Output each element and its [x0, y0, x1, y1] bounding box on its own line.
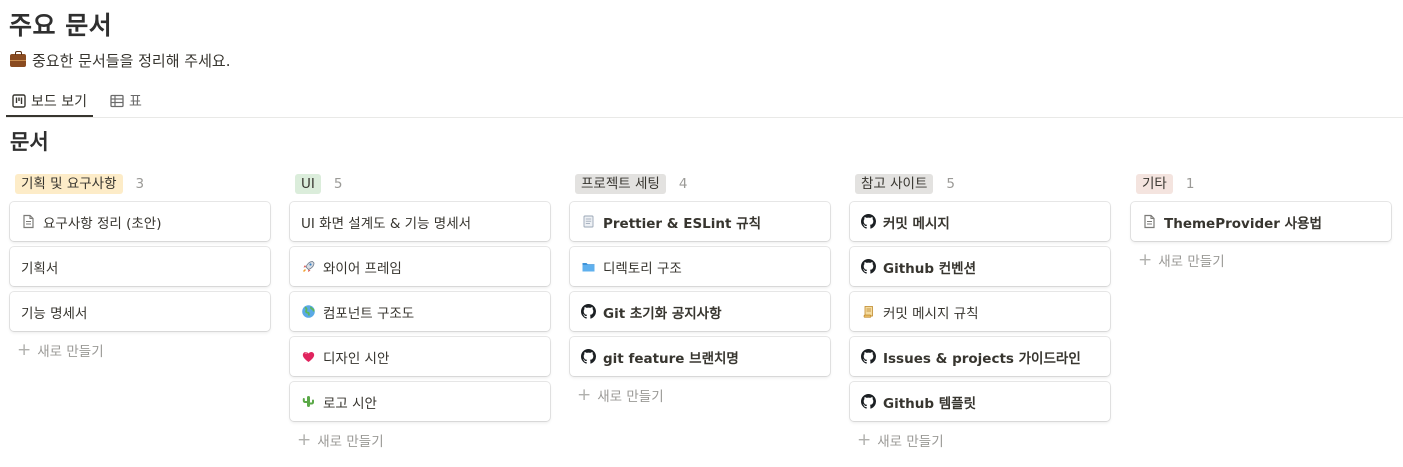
column-header[interactable]: 기획 및 요구사항 3 [15, 172, 272, 196]
cactus-icon [301, 394, 316, 409]
board-card[interactable]: 와이어 프레임 [290, 247, 550, 286]
view-tabs: 보드 보기 표 [6, 86, 1403, 118]
rocket-icon [301, 259, 316, 274]
card-title: 커밋 메시지 규칙 [883, 305, 979, 322]
board-card[interactable]: Prettier & ESLint 규칙 [570, 202, 830, 241]
board-card[interactable]: Github 템플릿 [850, 382, 1110, 421]
tab-table-view[interactable]: 표 [104, 86, 148, 116]
board-card[interactable]: 로고 시안 [290, 382, 550, 421]
board-card[interactable]: 디자인 시안 [290, 337, 550, 376]
card-title: Prettier & ESLint 규칙 [603, 215, 762, 232]
board-card[interactable]: 기획서 [10, 247, 270, 286]
column-header[interactable]: 참고 사이트 5 [855, 172, 1112, 196]
column-count: 5 [333, 176, 343, 192]
board-icon [12, 93, 26, 108]
board-card[interactable]: 기능 명세서 [10, 292, 270, 331]
card-title: Issues & projects 가이드라인 [883, 350, 1081, 367]
column-tag: 프로젝트 세팅 [575, 174, 666, 194]
new-card-button[interactable]: + 새로 만들기 [10, 335, 272, 365]
section-title: 문서 [10, 130, 49, 154]
column-count: 3 [135, 176, 145, 192]
board-card[interactable]: Git 초기화 공지사항 [570, 292, 830, 331]
card-title: ThemeProvider 사용법 [1164, 215, 1322, 232]
new-card-button[interactable]: + 새로 만들기 [850, 425, 1112, 455]
board-card[interactable]: Github 컨벤션 [850, 247, 1110, 286]
card-title: 커밋 메시지 [883, 215, 950, 232]
column-count: 1 [1185, 176, 1195, 192]
page-description-text: 중요한 문서들을 정리해 주세요. [32, 52, 231, 70]
plus-icon: + [857, 429, 872, 450]
github-icon [861, 394, 876, 409]
card-title: 기획서 [21, 260, 59, 277]
card-title: 컴포넌트 구조도 [323, 305, 415, 322]
new-card-label: 새로 만들기 [597, 389, 664, 405]
board-card[interactable]: ThemeProvider 사용법 [1131, 202, 1391, 241]
card-title: UI 화면 설계도 & 기능 명세서 [301, 215, 472, 232]
board-card[interactable]: 디렉토리 구조 [570, 247, 830, 286]
card-title: 디자인 시안 [323, 350, 390, 367]
scroll-icon [861, 304, 876, 319]
new-card-label: 새로 만들기 [37, 344, 104, 360]
board-card[interactable]: git feature 브랜치명 [570, 337, 830, 376]
memo-icon [581, 214, 596, 229]
card-title: Github 템플릿 [883, 395, 977, 412]
column-tag: 기획 및 요구사항 [15, 174, 123, 194]
page-description: 중요한 문서들을 정리해 주세요. [10, 50, 230, 71]
github-icon [581, 349, 596, 364]
new-card-label: 새로 만들기 [877, 434, 944, 450]
github-icon [581, 304, 596, 319]
board-card[interactable]: 요구사항 정리 (초안) [10, 202, 270, 241]
column-tag: 참고 사이트 [855, 174, 934, 194]
heart-icon [301, 349, 316, 364]
plus-icon: + [17, 339, 32, 360]
column-header[interactable]: UI 5 [295, 172, 552, 196]
briefcase-icon [10, 51, 26, 67]
board-card[interactable]: 컴포넌트 구조도 [290, 292, 550, 331]
column-tag: 기타 [1136, 174, 1173, 194]
board-column: 프로젝트 세팅 4 Prettier & ESLint 규칙디렉토리 구조 Git 초… [570, 172, 832, 410]
github-icon [861, 214, 876, 229]
card-title: Github 컨벤션 [883, 260, 977, 277]
board-column: 기타 1 ThemeProvider 사용법 + 새로 만들기 [1131, 172, 1393, 275]
column-header[interactable]: 프로젝트 세팅 4 [575, 172, 832, 196]
github-icon [861, 349, 876, 364]
new-card-button[interactable]: + 새로 만들기 [570, 380, 832, 410]
new-card-label: 새로 만들기 [1158, 254, 1225, 270]
board-column: 기획 및 요구사항 3 요구사항 정리 (초안) 기획서기능 명세서 + 새로 만들기 [10, 172, 272, 365]
board-column: UI 5 UI 화면 설계도 & 기능 명세서와이어 프레임컴포넌트 구조도디자인 … [290, 172, 552, 455]
tab-board-view[interactable]: 보드 보기 [6, 86, 93, 117]
tab-board-view-label: 보드 보기 [31, 93, 87, 110]
board-card[interactable]: 커밋 메시지 규칙 [850, 292, 1110, 331]
board-card[interactable]: UI 화면 설계도 & 기능 명세서 [290, 202, 550, 241]
plus-icon: + [1138, 249, 1153, 270]
card-title: 로고 시안 [323, 395, 377, 412]
card-title: 요구사항 정리 (초안) [43, 215, 162, 232]
page-title: 주요 문서 [9, 11, 113, 40]
column-count: 5 [946, 176, 955, 192]
column-tag: UI [295, 174, 321, 194]
document-icon [21, 214, 36, 229]
card-title: git feature 브랜치명 [603, 350, 739, 367]
plus-icon: + [577, 384, 592, 405]
card-title: 기능 명세서 [21, 305, 88, 322]
board-card[interactable]: 커밋 메시지 [850, 202, 1110, 241]
new-card-button[interactable]: + 새로 만들기 [1131, 245, 1393, 275]
card-title: 와이어 프레임 [323, 260, 402, 277]
board-card[interactable]: Issues & projects 가이드라인 [850, 337, 1110, 376]
globe-icon [301, 304, 316, 319]
github-icon [861, 259, 876, 274]
tab-table-view-label: 표 [129, 94, 142, 110]
card-title: 디렉토리 구조 [603, 260, 682, 277]
column-header[interactable]: 기타 1 [1136, 172, 1393, 196]
document-icon [1142, 214, 1157, 229]
new-card-label: 새로 만들기 [317, 434, 384, 450]
column-count: 4 [678, 176, 688, 192]
board-column: 참고 사이트 5 커밋 메시지 Github 컨벤션커밋 메시지 규칙 Issues &… [850, 172, 1112, 455]
card-title: Git 초기화 공지사항 [603, 305, 722, 322]
table-icon [110, 94, 124, 108]
new-card-button[interactable]: + 새로 만들기 [290, 425, 552, 455]
plus-icon: + [297, 429, 312, 450]
folder-icon [581, 259, 596, 274]
